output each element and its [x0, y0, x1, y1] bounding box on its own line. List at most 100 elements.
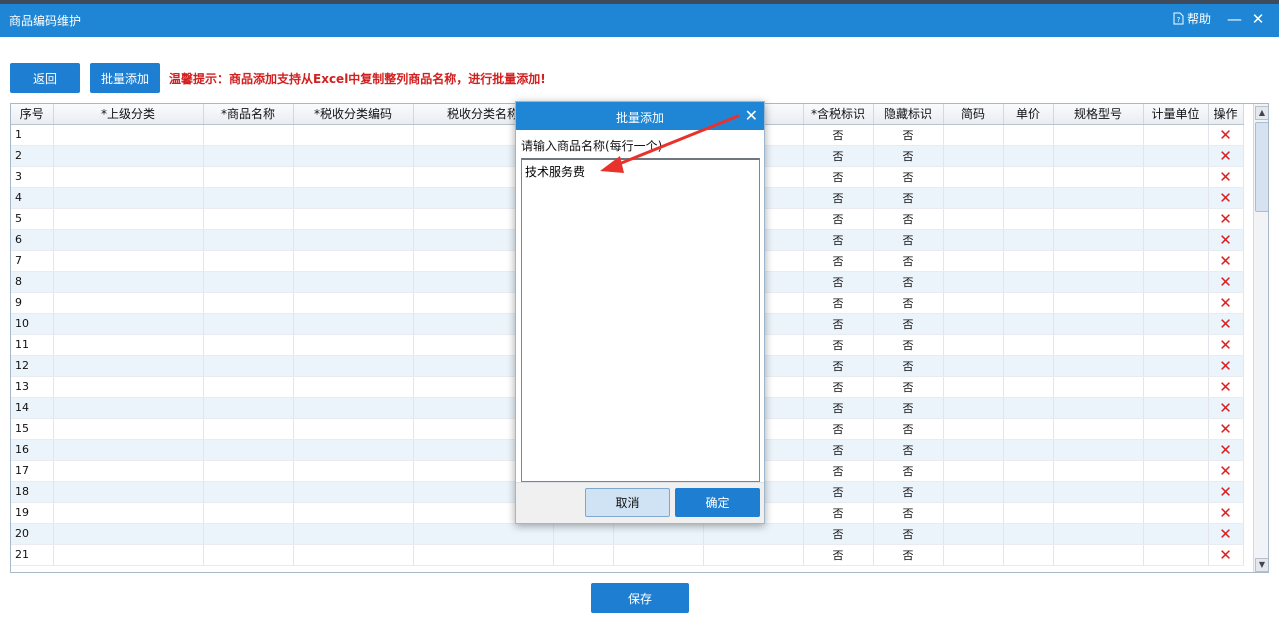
row-action-cell[interactable]: ✕ [1208, 502, 1244, 524]
hidden-flag-cell[interactable]: 否 [873, 313, 944, 335]
table-cell[interactable] [203, 292, 294, 314]
delete-row-icon[interactable]: ✕ [1219, 462, 1232, 480]
table-cell[interactable] [203, 250, 294, 272]
table-cell[interactable] [703, 544, 804, 566]
hidden-flag-cell[interactable]: 否 [873, 166, 944, 188]
hidden-flag-cell[interactable]: 否 [873, 271, 944, 293]
table-cell[interactable] [53, 187, 204, 209]
table-cell[interactable] [943, 250, 1004, 272]
delete-row-icon[interactable]: ✕ [1219, 126, 1232, 144]
table-cell[interactable] [203, 481, 294, 503]
delete-row-icon[interactable]: ✕ [1219, 441, 1232, 459]
table-cell[interactable] [613, 544, 704, 566]
table-cell[interactable] [1003, 418, 1054, 440]
delete-row-icon[interactable]: ✕ [1219, 483, 1232, 501]
tax-flag-cell[interactable]: 否 [803, 376, 874, 398]
table-cell[interactable] [203, 145, 294, 167]
hidden-flag-cell[interactable]: 否 [873, 229, 944, 251]
table-cell[interactable] [293, 418, 414, 440]
delete-row-icon[interactable]: ✕ [1219, 399, 1232, 417]
table-cell[interactable] [1143, 313, 1209, 335]
table-cell[interactable] [203, 334, 294, 356]
table-cell[interactable] [293, 313, 414, 335]
table-cell[interactable] [703, 523, 804, 545]
row-action-cell[interactable]: ✕ [1208, 397, 1244, 419]
table-cell[interactable] [293, 523, 414, 545]
table-cell[interactable] [413, 523, 554, 545]
row-action-cell[interactable]: ✕ [1208, 166, 1244, 188]
table-cell[interactable] [293, 250, 414, 272]
hidden-flag-cell[interactable]: 否 [873, 502, 944, 524]
table-cell[interactable] [1053, 229, 1144, 251]
delete-row-icon[interactable]: ✕ [1219, 420, 1232, 438]
table-cell[interactable] [1143, 187, 1209, 209]
table-cell[interactable] [203, 313, 294, 335]
table-cell[interactable] [293, 481, 414, 503]
table-cell[interactable] [1143, 460, 1209, 482]
table-cell[interactable] [1053, 544, 1144, 566]
tax-flag-cell[interactable]: 否 [803, 271, 874, 293]
table-cell[interactable] [1003, 313, 1054, 335]
save-button[interactable]: 保存 [591, 583, 689, 613]
table-cell[interactable] [943, 544, 1004, 566]
table-cell[interactable] [203, 124, 294, 146]
table-cell[interactable] [553, 523, 614, 545]
table-cell[interactable] [943, 166, 1004, 188]
delete-row-icon[interactable]: ✕ [1219, 210, 1232, 228]
hidden-flag-cell[interactable]: 否 [873, 418, 944, 440]
confirm-button[interactable]: 确定 [675, 488, 760, 517]
table-cell[interactable] [53, 544, 204, 566]
row-action-cell[interactable]: ✕ [1208, 187, 1244, 209]
table-cell[interactable] [293, 376, 414, 398]
table-cell[interactable] [1003, 523, 1054, 545]
table-cell[interactable] [1143, 271, 1209, 293]
table-cell[interactable] [943, 145, 1004, 167]
row-action-cell[interactable]: ✕ [1208, 544, 1244, 566]
delete-row-icon[interactable]: ✕ [1219, 546, 1232, 564]
scroll-up-arrow-icon[interactable]: ▲ [1255, 106, 1268, 120]
table-cell[interactable] [293, 271, 414, 293]
table-cell[interactable] [1143, 481, 1209, 503]
tax-flag-cell[interactable]: 否 [803, 166, 874, 188]
table-cell[interactable] [1143, 439, 1209, 461]
hidden-flag-cell[interactable]: 否 [873, 145, 944, 167]
row-action-cell[interactable]: ✕ [1208, 355, 1244, 377]
delete-row-icon[interactable]: ✕ [1219, 294, 1232, 312]
table-cell[interactable] [203, 229, 294, 251]
table-cell[interactable] [53, 250, 204, 272]
scroll-down-arrow-icon[interactable]: ▼ [1255, 558, 1268, 572]
table-cell[interactable] [943, 313, 1004, 335]
table-cell[interactable] [203, 439, 294, 461]
table-cell[interactable] [53, 439, 204, 461]
tax-flag-cell[interactable]: 否 [803, 313, 874, 335]
row-action-cell[interactable]: ✕ [1208, 145, 1244, 167]
table-cell[interactable] [943, 271, 1004, 293]
table-cell[interactable] [1143, 229, 1209, 251]
table-cell[interactable] [1143, 502, 1209, 524]
row-action-cell[interactable]: ✕ [1208, 523, 1244, 545]
row-action-cell[interactable]: ✕ [1208, 229, 1244, 251]
table-cell[interactable] [203, 418, 294, 440]
table-cell[interactable] [1143, 523, 1209, 545]
table-cell[interactable] [293, 355, 414, 377]
table-cell[interactable] [53, 166, 204, 188]
table-cell[interactable] [53, 145, 204, 167]
table-cell[interactable] [943, 208, 1004, 230]
table-cell[interactable] [1143, 418, 1209, 440]
table-cell[interactable] [1053, 439, 1144, 461]
table-cell[interactable] [1003, 397, 1054, 419]
table-cell[interactable] [53, 292, 204, 314]
table-cell[interactable] [1053, 376, 1144, 398]
hidden-flag-cell[interactable]: 否 [873, 376, 944, 398]
row-action-cell[interactable]: ✕ [1208, 313, 1244, 335]
product-names-textarea[interactable] [521, 158, 760, 482]
tax-flag-cell[interactable]: 否 [803, 439, 874, 461]
tax-flag-cell[interactable]: 否 [803, 355, 874, 377]
table-cell[interactable] [1053, 292, 1144, 314]
table-cell[interactable] [53, 418, 204, 440]
table-cell[interactable] [1053, 208, 1144, 230]
table-cell[interactable] [293, 166, 414, 188]
row-action-cell[interactable]: ✕ [1208, 439, 1244, 461]
table-cell[interactable] [943, 124, 1004, 146]
table-cell[interactable] [203, 355, 294, 377]
